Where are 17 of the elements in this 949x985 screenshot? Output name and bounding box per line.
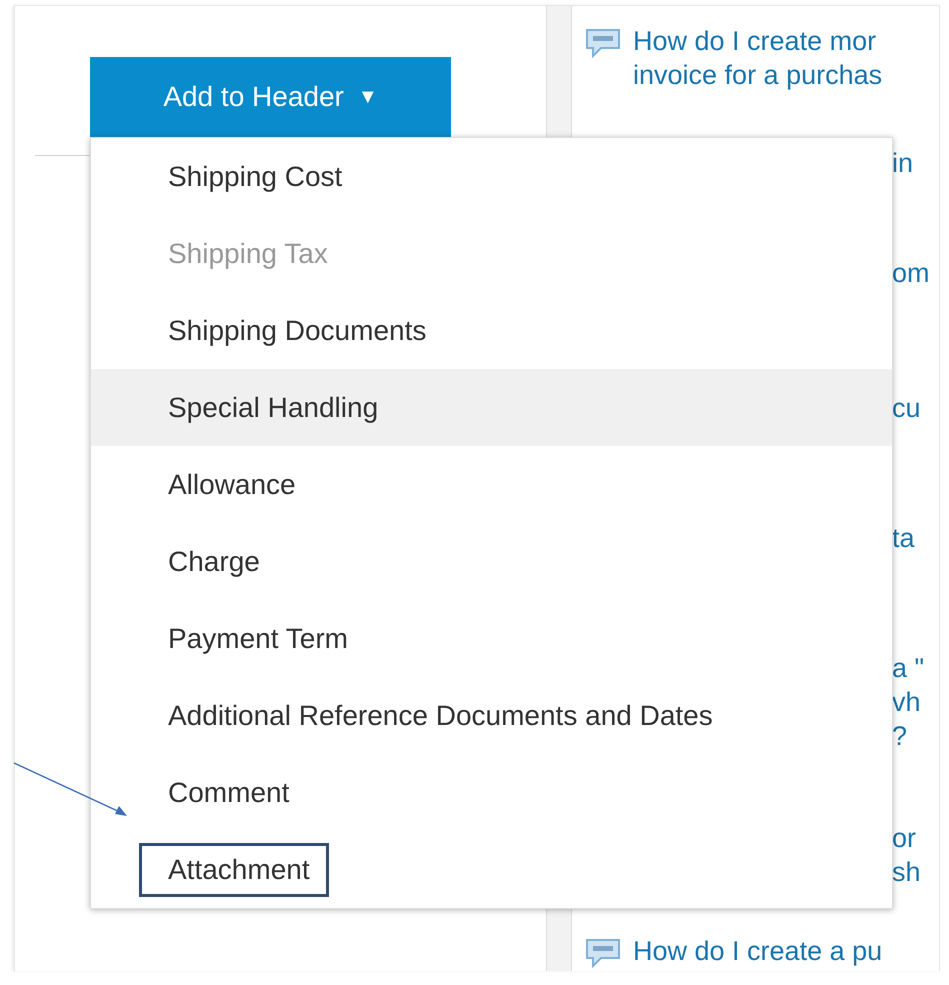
faq-link[interactable]: How do I create mor xyxy=(633,24,882,58)
highlight-frame: Attachment xyxy=(139,842,329,896)
menu-item[interactable]: Shipping Cost xyxy=(91,138,892,215)
add-to-header-button[interactable]: Add to Header ▼ xyxy=(90,57,451,137)
menu-item[interactable]: Special Handling xyxy=(91,369,892,446)
menu-item[interactable]: Payment Term xyxy=(91,600,892,677)
menu-item[interactable]: Comment xyxy=(91,754,892,831)
faq-icon xyxy=(585,28,623,60)
caret-icon: ▼ xyxy=(358,86,378,108)
menu-item[interactable]: Attachment xyxy=(91,831,892,908)
menu-item[interactable]: Allowance xyxy=(91,446,892,523)
menu-item[interactable]: Charge xyxy=(91,523,892,600)
menu-item[interactable]: Shipping Documents xyxy=(91,292,892,369)
menu-item[interactable]: Additional Reference Documents and Dates xyxy=(91,677,892,754)
faq-link[interactable]: How do I create a pu xyxy=(633,934,882,968)
faq-link[interactable]: invoice for a purchas xyxy=(633,58,882,92)
faq-icon xyxy=(585,938,623,970)
